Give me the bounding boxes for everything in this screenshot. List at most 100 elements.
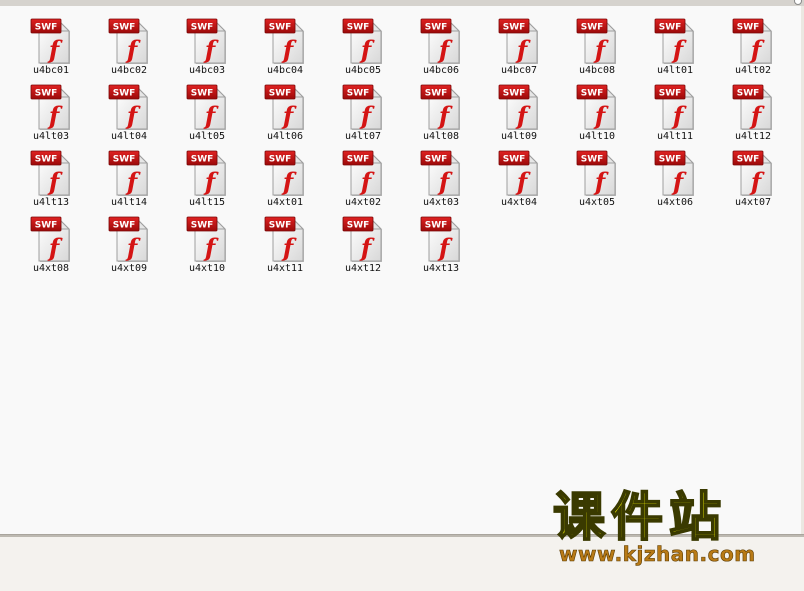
swf-badge-text: SWF — [35, 155, 58, 165]
file-item-u4bc04[interactable]: SWF f u4bc04 — [246, 17, 324, 83]
swf-badge-text: SWF — [347, 155, 370, 165]
file-name-label: u4xt06 — [656, 197, 694, 208]
file-name-label: u4lt05 — [188, 131, 226, 142]
file-item-u4lt11[interactable]: SWF f u4lt11 — [636, 83, 714, 149]
swf-badge-text: SWF — [191, 23, 214, 33]
file-name-label: u4lt03 — [32, 131, 70, 142]
swf-badge-text: SWF — [503, 23, 526, 33]
file-name-label: u4xt11 — [266, 263, 304, 274]
swf-badge-text: SWF — [659, 155, 682, 165]
file-item-u4xt04[interactable]: SWF f u4xt04 — [480, 149, 558, 215]
file-name-label: u4bc06 — [422, 65, 460, 76]
file-grid: SWF f u4bc01 SWF f u4bc02 SWF f u4bc03 S… — [12, 17, 792, 281]
file-name-label: u4xt10 — [188, 263, 226, 274]
file-name-label: u4xt07 — [734, 197, 772, 208]
file-name-label: u4lt10 — [578, 131, 616, 142]
file-item-u4lt02[interactable]: SWF f u4lt02 — [714, 17, 792, 83]
file-item-u4xt12[interactable]: SWF f u4xt12 — [324, 215, 402, 281]
file-name-label: u4xt12 — [344, 263, 382, 274]
swf-file-icon: SWF f — [651, 149, 699, 197]
swf-file-icon: SWF f — [417, 83, 465, 131]
swf-file-icon: SWF f — [27, 17, 75, 65]
file-item-u4lt07[interactable]: SWF f u4lt07 — [324, 83, 402, 149]
file-item-u4lt13[interactable]: SWF f u4lt13 — [12, 149, 90, 215]
explorer-window: SWF f u4bc01 SWF f u4bc02 SWF f u4bc03 S… — [0, 0, 804, 591]
file-name-label: u4xt04 — [500, 197, 538, 208]
swf-file-icon: SWF f — [105, 17, 153, 65]
file-item-u4lt05[interactable]: SWF f u4lt05 — [168, 83, 246, 149]
swf-badge-text: SWF — [659, 89, 682, 99]
swf-badge-text: SWF — [581, 23, 604, 33]
swf-file-icon: SWF f — [417, 215, 465, 263]
file-item-u4xt06[interactable]: SWF f u4xt06 — [636, 149, 714, 215]
file-item-u4xt05[interactable]: SWF f u4xt05 — [558, 149, 636, 215]
file-item-u4xt09[interactable]: SWF f u4xt09 — [90, 215, 168, 281]
swf-file-icon: SWF f — [339, 149, 387, 197]
swf-badge-text: SWF — [503, 89, 526, 99]
swf-badge-text: SWF — [191, 221, 214, 231]
swf-badge-text: SWF — [269, 221, 292, 231]
file-name-label: u4bc02 — [110, 65, 148, 76]
file-name-label: u4lt12 — [734, 131, 772, 142]
swf-file-icon: SWF f — [105, 215, 153, 263]
file-item-u4lt04[interactable]: SWF f u4lt04 — [90, 83, 168, 149]
file-list-pane[interactable]: SWF f u4bc01 SWF f u4bc02 SWF f u4bc03 S… — [0, 6, 802, 534]
file-name-label: u4lt13 — [32, 197, 70, 208]
swf-file-icon: SWF f — [27, 83, 75, 131]
swf-file-icon: SWF f — [495, 83, 543, 131]
swf-badge-text: SWF — [191, 89, 214, 99]
swf-badge-text: SWF — [191, 155, 214, 165]
file-name-label: u4lt09 — [500, 131, 538, 142]
swf-badge-text: SWF — [35, 89, 58, 99]
swf-file-icon: SWF f — [651, 83, 699, 131]
file-item-u4bc01[interactable]: SWF f u4bc01 — [12, 17, 90, 83]
file-item-u4xt01[interactable]: SWF f u4xt01 — [246, 149, 324, 215]
file-item-u4lt12[interactable]: SWF f u4lt12 — [714, 83, 792, 149]
swf-badge-text: SWF — [425, 89, 448, 99]
file-name-label: u4lt01 — [656, 65, 694, 76]
file-item-u4bc08[interactable]: SWF f u4bc08 — [558, 17, 636, 83]
file-item-u4xt10[interactable]: SWF f u4xt10 — [168, 215, 246, 281]
file-name-label: u4bc04 — [266, 65, 304, 76]
swf-file-icon: SWF f — [261, 149, 309, 197]
watermark-title: 课件站 — [552, 488, 728, 548]
file-item-u4lt09[interactable]: SWF f u4lt09 — [480, 83, 558, 149]
file-item-u4xt08[interactable]: SWF f u4xt08 — [12, 215, 90, 281]
file-item-u4xt11[interactable]: SWF f u4xt11 — [246, 215, 324, 281]
swf-badge-text: SWF — [737, 89, 760, 99]
file-name-label: u4bc01 — [32, 65, 70, 76]
file-name-label: u4xt09 — [110, 263, 148, 274]
file-name-label: u4lt15 — [188, 197, 226, 208]
swf-badge-text: SWF — [425, 221, 448, 231]
swf-badge-text: SWF — [503, 155, 526, 165]
swf-file-icon: SWF f — [183, 17, 231, 65]
file-name-label: u4bc08 — [578, 65, 616, 76]
swf-badge-text: SWF — [425, 155, 448, 165]
file-item-u4lt15[interactable]: SWF f u4lt15 — [168, 149, 246, 215]
file-item-u4bc07[interactable]: SWF f u4bc07 — [480, 17, 558, 83]
swf-file-icon: SWF f — [729, 149, 777, 197]
file-name-label: u4xt08 — [32, 263, 70, 274]
file-item-u4xt07[interactable]: SWF f u4xt07 — [714, 149, 792, 215]
file-item-u4lt03[interactable]: SWF f u4lt03 — [12, 83, 90, 149]
file-item-u4lt08[interactable]: SWF f u4lt08 — [402, 83, 480, 149]
swf-badge-text: SWF — [659, 23, 682, 33]
file-item-u4lt14[interactable]: SWF f u4lt14 — [90, 149, 168, 215]
swf-file-icon: SWF f — [417, 149, 465, 197]
file-item-u4xt02[interactable]: SWF f u4xt02 — [324, 149, 402, 215]
scroll-handle-icon[interactable] — [794, 0, 802, 5]
watermark-url: www.kjzhan.com — [559, 542, 756, 567]
file-item-u4bc02[interactable]: SWF f u4bc02 — [90, 17, 168, 83]
swf-badge-text: SWF — [581, 89, 604, 99]
file-item-u4lt06[interactable]: SWF f u4lt06 — [246, 83, 324, 149]
file-item-u4bc03[interactable]: SWF f u4bc03 — [168, 17, 246, 83]
file-item-u4lt10[interactable]: SWF f u4lt10 — [558, 83, 636, 149]
file-item-u4xt03[interactable]: SWF f u4xt03 — [402, 149, 480, 215]
swf-badge-text: SWF — [113, 155, 136, 165]
file-item-u4lt01[interactable]: SWF f u4lt01 — [636, 17, 714, 83]
swf-badge-text: SWF — [347, 89, 370, 99]
file-name-label: u4bc07 — [500, 65, 538, 76]
file-item-u4bc06[interactable]: SWF f u4bc06 — [402, 17, 480, 83]
file-item-u4xt13[interactable]: SWF f u4xt13 — [402, 215, 480, 281]
file-item-u4bc05[interactable]: SWF f u4bc05 — [324, 17, 402, 83]
